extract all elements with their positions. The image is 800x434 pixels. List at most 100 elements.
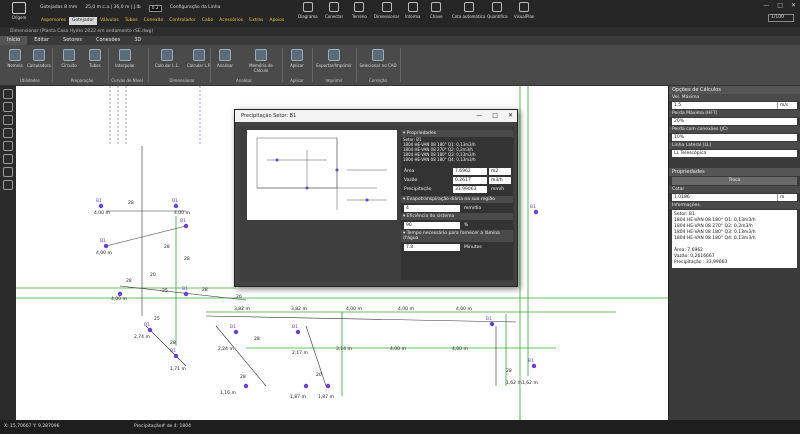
terreno-button[interactable]: Terreno — [352, 2, 367, 19]
info-box: Setor: B1 1804 HE-VAN 08 180° Q1: 0,13m3… — [672, 210, 797, 268]
window-controls: — □ ✕ — [763, 2, 796, 9]
menu-tab-tubos[interactable]: Tubos — [122, 17, 141, 25]
perda-max-input[interactable]: 20% — [672, 118, 797, 125]
quantifica-button[interactable]: Quantifica — [487, 2, 508, 19]
pointer-icon[interactable] — [3, 89, 13, 99]
line-config-button[interactable]: Configuração da Linha — [170, 5, 221, 12]
precip-label: Precipitação — [404, 186, 432, 192]
info-icon — [407, 2, 418, 12]
diagram-icon — [302, 2, 313, 12]
zoom-icon[interactable] — [3, 128, 13, 138]
divider — [400, 48, 401, 82]
origin-button[interactable]: Origem — [6, 2, 32, 24]
tempo-input[interactable]: 7.8 — [404, 243, 460, 251]
dialog-title: Precipitação Setor: B1 — [241, 113, 297, 119]
memoria-calculo-button[interactable]: Memória de Cálculo — [242, 49, 280, 73]
dialog-close-button[interactable]: ✕ — [508, 110, 513, 122]
interpolar-button[interactable]: Interpolar — [112, 49, 138, 68]
analyze-icon — [219, 49, 231, 61]
memoria-label: Memória de Cálculo — [249, 63, 273, 73]
chave-label: Chave — [430, 14, 443, 19]
menu-tab-gotejador[interactable]: Gotejador — [68, 17, 98, 25]
vazao-unit-select[interactable]: m3/h — [489, 176, 511, 184]
perda-conex-input[interactable]: 10% — [672, 134, 797, 141]
precip-input[interactable]: 33.99063 — [453, 185, 487, 193]
nomeia-icon — [9, 49, 21, 61]
spacing-input[interactable]: 0.2 — [148, 5, 162, 12]
selecionar-cad-button[interactable]: Selecionar no CAD — [358, 49, 398, 68]
comment-icon[interactable] — [3, 167, 13, 177]
minimize-button[interactable]: — — [763, 2, 769, 9]
interpolar-label: Interpolar — [115, 63, 135, 68]
zoom-select[interactable]: 1/100 — [768, 14, 794, 22]
area-input[interactable]: 7.6962 — [453, 167, 487, 175]
props-title: Propriedades — [669, 168, 800, 176]
visualplan-button[interactable]: VisualPlan — [514, 2, 534, 19]
dialog-minimize-button[interactable]: — — [476, 110, 482, 122]
group-preparacao: Preparação — [70, 78, 94, 83]
length-label: 4,00 m — [94, 210, 110, 216]
pipe-select[interactable]: Gotejadas 8 mm — [40, 5, 77, 12]
chave-button[interactable]: Chave — [430, 2, 443, 19]
vazao-label: Vazão — [404, 177, 418, 183]
select-cad-icon — [372, 49, 384, 61]
divider — [108, 48, 109, 82]
length-label: 3,14 m — [336, 346, 352, 352]
precipitation-dialog: Precipitação Setor: B1 — □ ✕ ▾ Proprieda… — [234, 109, 518, 287]
dimensionar-button[interactable]: Dimensionar — [374, 2, 399, 19]
nomeia-button[interactable]: Nomeia — [2, 49, 28, 68]
area-unit-select[interactable]: m2 — [489, 167, 511, 175]
cotar-input[interactable]: 1.0186 m — [672, 194, 797, 201]
cotar-unit-select[interactable]: m — [777, 194, 797, 201]
evapo-input[interactable]: 4 — [404, 204, 460, 212]
calculadora-button[interactable]: Calculadora — [26, 49, 52, 68]
informa-button[interactable]: Informa — [405, 2, 421, 19]
vazao-input[interactable]: 0.2617 — [453, 176, 487, 184]
vel-max-input[interactable]: 1.5 m/s — [672, 102, 797, 109]
conectar-button[interactable]: Conectar — [325, 2, 343, 19]
tab-3d[interactable]: 3D — [127, 36, 148, 45]
maximize-button[interactable]: □ — [777, 2, 783, 9]
tab-setores[interactable]: Setores — [56, 36, 89, 45]
cloud-icon[interactable] — [3, 180, 13, 190]
dialog-maximize-button[interactable]: □ — [492, 110, 498, 122]
linha-lateral-select[interactable]: LL Telescópica — [672, 150, 797, 157]
origin-label: Origem — [11, 15, 27, 20]
info-icon[interactable] — [3, 141, 13, 151]
efic-input[interactable]: 90 — [404, 221, 460, 229]
menu-tab-aspersores[interactable]: Aspersores — [38, 17, 69, 25]
close-button[interactable]: ✕ — [791, 2, 796, 9]
length-label: 4,00 m — [346, 306, 362, 312]
diagrama-button[interactable]: Diagrama — [298, 2, 318, 19]
exportar-button[interactable]: Exportar/Imprimir — [314, 49, 354, 68]
length-label: 4,00 m — [456, 306, 472, 312]
calcular-ll-button[interactable]: Calcular L.L. — [152, 49, 182, 68]
options-title: Opções de Cálculos — [669, 86, 800, 94]
tab-inicio[interactable]: Início — [0, 36, 28, 45]
analisar-button[interactable]: Analisar — [212, 49, 238, 68]
perda-max-label: Perda Máxima (HFT) — [669, 110, 800, 117]
menu-tab-conexao[interactable]: Conexão — [141, 17, 167, 25]
grid-icon[interactable] — [3, 154, 13, 164]
circle-icon[interactable] — [3, 115, 13, 125]
menu-tab-valvulas[interactable]: Válvulas — [97, 17, 122, 25]
hand-icon[interactable] — [3, 102, 13, 112]
number-label: 28 — [184, 256, 190, 262]
tab-conexoes[interactable]: Conexões — [89, 36, 127, 45]
conectar-label: Conectar — [325, 14, 344, 19]
cota-automatica-button[interactable]: Cota automática — [452, 2, 485, 19]
length-label: 4,00 m — [111, 296, 127, 302]
menu-tab-extras[interactable]: Extras — [246, 17, 266, 25]
menu-tab-controlador[interactable]: Controlador — [166, 17, 198, 25]
menu-tab-apoios[interactable]: Apoios — [266, 17, 287, 25]
pressure-select[interactable]: 25,0 m.c.a.| 36,0 m | J.lb — [85, 5, 140, 12]
tab-editar[interactable]: Editar — [27, 36, 56, 45]
tubos-button[interactable]: Tubos — [82, 49, 108, 68]
menu-tab-cabo[interactable]: Cabo — [199, 17, 217, 25]
menu-tab-acessorios[interactable]: Acessórios — [216, 17, 246, 25]
vel-max-unit-select[interactable]: m/s — [777, 102, 797, 109]
troca-button[interactable]: Troca — [672, 177, 797, 185]
calculator-icon — [33, 49, 45, 61]
aplicar-button[interactable]: Aplicar — [284, 49, 310, 68]
circuito-button[interactable]: Circuito — [56, 49, 82, 68]
